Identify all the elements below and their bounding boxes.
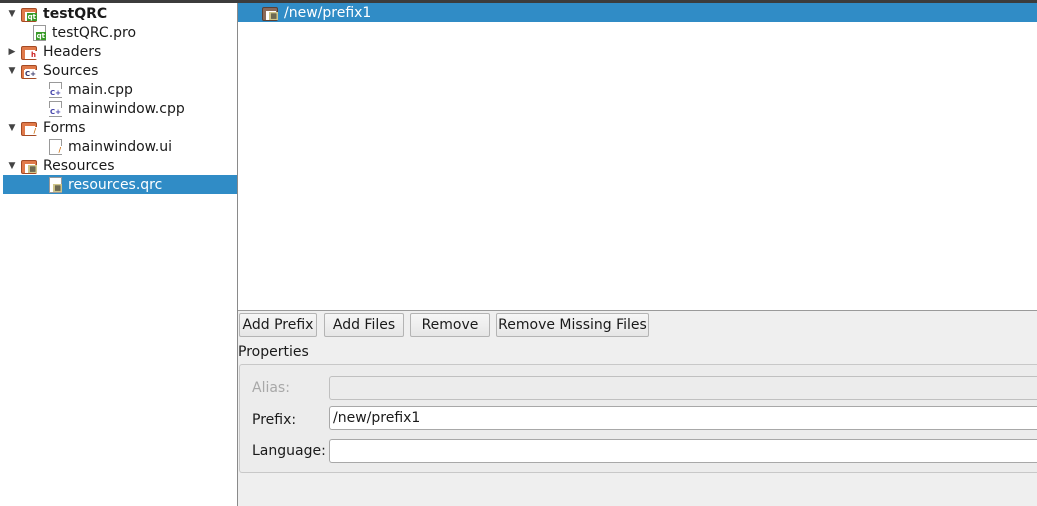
remove-missing-files-button[interactable]: Remove Missing Files <box>496 313 649 337</box>
tree-item[interactable]: ▦ resources.qrc <box>3 175 237 194</box>
properties-group: Alias: Prefix: Language: <box>239 364 1037 473</box>
language-input[interactable] <box>329 439 1037 463</box>
resources-folder-icon: ▦ <box>21 159 37 174</box>
panel-top-border <box>0 0 238 3</box>
forms-folder-icon: / <box>21 121 37 136</box>
expand-arrow-icon[interactable]: ▼ <box>7 123 17 133</box>
prefix-label: Prefix: <box>252 412 297 428</box>
alias-input[interactable] <box>329 376 1037 400</box>
tree-item-label: Resources <box>43 157 115 174</box>
add-prefix-button[interactable]: Add Prefix <box>239 313 317 337</box>
tree-item-label: Sources <box>43 62 99 79</box>
remove-button[interactable]: Remove <box>410 313 490 337</box>
tree-item-label: mainwindow.cpp <box>68 100 185 117</box>
tree-item[interactable]: qt testQRC.pro <box>3 23 237 42</box>
tree-item-label: main.cpp <box>68 81 133 98</box>
properties-title: Properties <box>238 344 309 360</box>
tree-item-label: resources.qrc <box>68 176 163 193</box>
tree-item[interactable]: ▶ h Headers <box>3 42 237 61</box>
language-label: Language: <box>252 443 326 459</box>
tree-item-label: Forms <box>43 119 86 136</box>
tree-item[interactable]: ▼ C+ Sources <box>3 61 237 80</box>
prefix-input[interactable] <box>329 406 1037 430</box>
qt-pro-file-icon: qt <box>33 24 46 41</box>
add-files-button[interactable]: Add Files <box>324 313 404 337</box>
prefix-label: /new/prefix1 <box>284 4 372 21</box>
lock-folder-icon: ▦ <box>262 6 278 21</box>
collapse-arrow-icon[interactable]: ▶ <box>7 47 17 57</box>
tree-item[interactable]: C+ mainwindow.cpp <box>3 99 237 118</box>
tree-item[interactable]: C+ main.cpp <box>3 80 237 99</box>
tree-item-label: Headers <box>43 43 102 60</box>
resource-prefix-row[interactable]: ▦ /new/prefix1 <box>238 3 1037 22</box>
expand-arrow-icon[interactable]: ▼ <box>7 161 17 171</box>
qt-project-folder-icon: qt <box>21 7 37 22</box>
tree-item-label: mainwindow.ui <box>68 138 173 155</box>
tree-item[interactable]: ▼ ▦ Resources <box>3 156 237 175</box>
tree-item[interactable]: ▼ qt testQRC <box>3 4 237 23</box>
expand-arrow-icon[interactable]: ▼ <box>7 9 17 19</box>
tree-item[interactable]: ▼ / Forms <box>3 118 237 137</box>
cpp-file-icon: C+ <box>48 100 62 117</box>
project-tree-panel: ▼ qt testQRC qt testQRC.pro ▶ h Headers ▼ C+ Sourc… <box>0 0 238 506</box>
resource-editor: ▦ /new/prefix1 Add Prefix Add Files Remo… <box>238 0 1037 506</box>
resource-tree[interactable]: ▦ /new/prefix1 <box>238 3 1037 311</box>
cpp-file-icon: C+ <box>48 81 62 98</box>
headers-folder-icon: h <box>21 45 37 60</box>
expand-arrow-icon[interactable]: ▼ <box>7 66 17 76</box>
ui-file-icon: / <box>49 138 62 155</box>
alias-label: Alias: <box>252 380 290 396</box>
tree-item-label: testQRC.pro <box>52 24 137 41</box>
qrc-file-icon: ▦ <box>49 176 62 193</box>
tree-item-label: testQRC <box>43 5 108 22</box>
sources-folder-icon: C+ <box>21 64 37 79</box>
tree-item[interactable]: / mainwindow.ui <box>3 137 237 156</box>
